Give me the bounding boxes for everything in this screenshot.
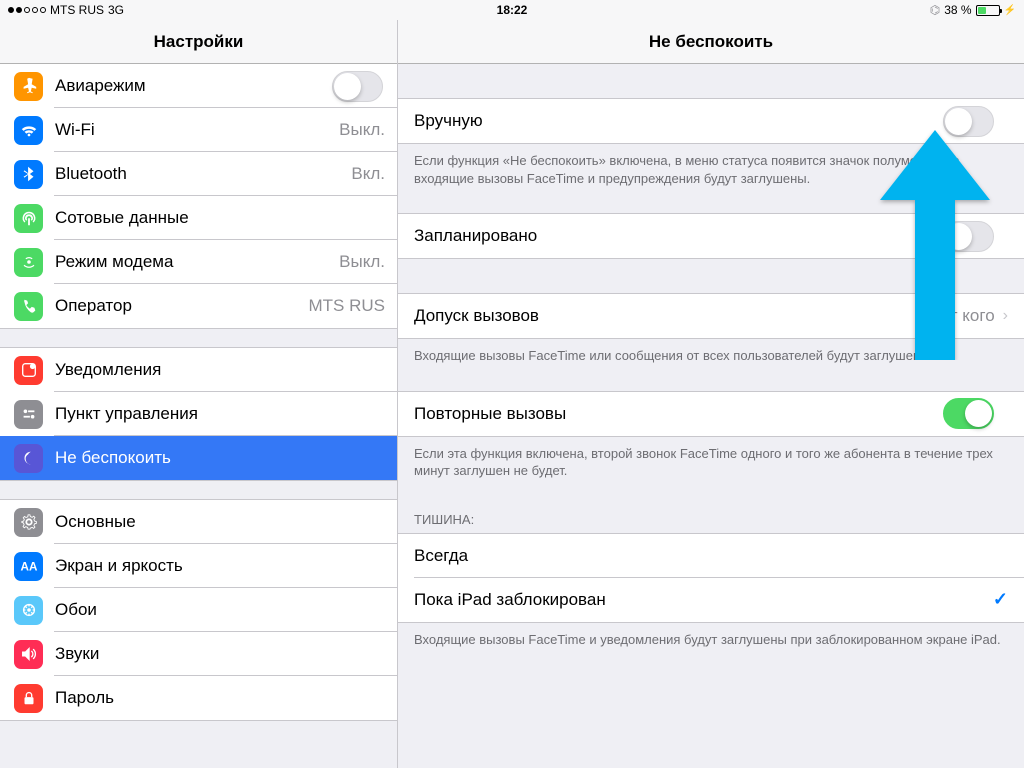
phone-icon (14, 292, 43, 321)
scheduled-toggle[interactable] (943, 221, 994, 252)
sidebar-item-wallpaper[interactable]: Обои (0, 588, 397, 632)
silence-locked-label: Пока iPad заблокирован (414, 590, 993, 610)
sidebar-title: Настройки (154, 32, 244, 52)
sidebar-item-label: Авиарежим (55, 76, 332, 96)
sidebar-item-label: Сотовые данные (55, 208, 397, 228)
wallpaper-icon (14, 596, 43, 625)
repeated-calls-footer: Если эта функция включена, второй звонок… (398, 437, 1024, 488)
allow-calls-row[interactable]: Допуск вызовов Ни от кого › (398, 294, 1024, 338)
allow-calls-footer: Входящие вызовы FaceTime или сообщения о… (398, 339, 1024, 373)
hotspot-icon (14, 248, 43, 277)
detail-title: Не беспокоить (649, 32, 773, 52)
sidebar-item-label: Уведомления (55, 360, 397, 380)
sidebar-item-display[interactable]: AA Экран и яркость (0, 544, 397, 588)
sidebar-item-airplane[interactable]: Авиарежим (0, 64, 397, 108)
silence-locked-row[interactable]: Пока iPad заблокирован ✓ (398, 578, 1024, 622)
scheduled-row[interactable]: Запланировано (398, 214, 1024, 258)
silence-always-row[interactable]: Всегда (398, 534, 1024, 578)
sidebar-item-label: Основные (55, 512, 397, 532)
sidebar-item-label: Пункт управления (55, 404, 397, 424)
antenna-icon (14, 204, 43, 233)
sidebar-item-passcode[interactable]: Пароль (0, 676, 397, 720)
status-bar: MTS RUS 3G 18:22 ⌬ 38 % ⚡ (0, 0, 1024, 20)
repeated-calls-label: Повторные вызовы (414, 404, 943, 424)
sidebar-item-label: Экран и яркость (55, 556, 397, 576)
svg-text:AA: AA (20, 561, 37, 574)
sidebar-item-value: Выкл. (339, 120, 385, 140)
manual-label: Вручную (414, 111, 943, 131)
sidebar-item-label: Пароль (55, 688, 397, 708)
carrier-label: MTS RUS (50, 3, 104, 17)
checkmark-icon: ✓ (993, 589, 1008, 610)
sidebar-item-label: Оператор (55, 296, 309, 316)
battery-icon (976, 5, 1000, 16)
sidebar-item-label: Звуки (55, 644, 397, 664)
chevron-right-icon: › (1003, 307, 1008, 325)
network-label: 3G (108, 3, 124, 17)
sidebar-item-label: Bluetooth (55, 164, 351, 184)
repeated-calls-row[interactable]: Повторные вызовы (398, 392, 1024, 436)
signal-strength-icon (8, 7, 46, 13)
sidebar-item-general[interactable]: Основные (0, 500, 397, 544)
repeated-calls-toggle[interactable] (943, 398, 994, 429)
sounds-icon (14, 640, 43, 669)
sidebar-item-hotspot[interactable]: Режим модемаВыкл. (0, 240, 397, 284)
display-icon: AA (14, 552, 43, 581)
allow-calls-label: Допуск вызовов (414, 306, 914, 326)
notif-icon (14, 356, 43, 385)
sidebar-item-sounds[interactable]: Звуки (0, 632, 397, 676)
sidebar-item-label: Не беспокоить (55, 448, 397, 468)
manual-toggle[interactable] (943, 106, 994, 137)
silence-always-label: Всегда (414, 546, 1008, 566)
sidebar-item-label: Wi-Fi (55, 120, 339, 140)
silence-footer: Входящие вызовы FaceTime и уведомления б… (398, 623, 1024, 657)
sidebar-item-value: MTS RUS (309, 296, 386, 316)
sidebar-item-value: Выкл. (339, 252, 385, 272)
bluetooth-icon (14, 160, 43, 189)
detail-pane: Не беспокоить Вручную Если функция «Не б… (398, 20, 1024, 768)
sidebar-item-label: Режим модема (55, 252, 339, 272)
battery-percent: 38 % (944, 3, 971, 17)
gear-icon (14, 508, 43, 537)
lock-icon (14, 684, 43, 713)
scheduled-label: Запланировано (414, 226, 943, 246)
sidebar-item-notifications[interactable]: Уведомления (0, 348, 397, 392)
charging-icon: ⚡ (1004, 5, 1016, 16)
detail-navbar: Не беспокоить (398, 20, 1024, 64)
control-icon (14, 400, 43, 429)
manual-footer: Если функция «Не беспокоить» включена, в… (398, 144, 1024, 195)
sidebar-item-cellular[interactable]: Сотовые данные (0, 196, 397, 240)
sidebar-item-controlcenter[interactable]: Пункт управления (0, 392, 397, 436)
settings-sidebar: Настройки АвиарежимWi-FiВыкл.BluetoothВк… (0, 20, 398, 768)
airplane-toggle[interactable] (332, 71, 383, 102)
silence-header: ТИШИНА: (398, 506, 1024, 533)
wifi-icon (14, 116, 43, 145)
sidebar-item-label: Обои (55, 600, 397, 620)
sidebar-item-wifi[interactable]: Wi-FiВыкл. (0, 108, 397, 152)
manual-row[interactable]: Вручную (398, 99, 1024, 143)
clock: 18:22 (497, 3, 528, 17)
bluetooth-status-icon: ⌬ (930, 3, 940, 17)
moon-icon (14, 444, 43, 473)
allow-calls-value: Ни от кого (914, 306, 994, 326)
sidebar-item-dnd[interactable]: Не беспокоить (0, 436, 397, 480)
sidebar-item-bluetooth[interactable]: BluetoothВкл. (0, 152, 397, 196)
airplane-icon (14, 72, 43, 101)
sidebar-item-carrier[interactable]: ОператорMTS RUS (0, 284, 397, 328)
sidebar-navbar: Настройки (0, 20, 397, 64)
sidebar-item-value: Вкл. (351, 164, 385, 184)
